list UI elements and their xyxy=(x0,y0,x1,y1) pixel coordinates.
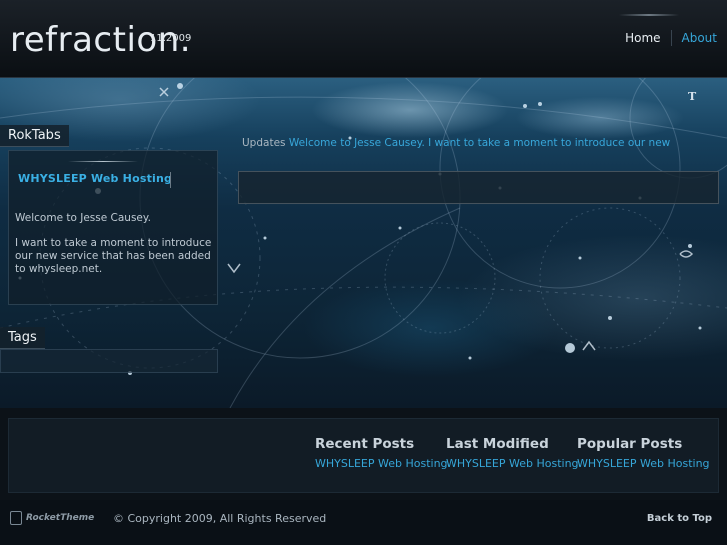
nav-home-link[interactable]: Home xyxy=(615,31,670,45)
tab-highlight xyxy=(68,161,138,162)
recent-posts-link[interactable]: WHYSLEEP Web Hosting xyxy=(315,457,448,470)
copyright-text: © Copyright 2009, All Rights Reserved xyxy=(113,512,327,525)
roktabs-intro-text: Welcome to Jesse Causey. xyxy=(15,212,151,224)
last-modified-column: Last Modified WHYSLEEP Web Hosting xyxy=(446,436,579,470)
last-modified-heading: Last Modified xyxy=(446,436,549,452)
updates-ticker: Updates Welcome to Jesse Causey. I want … xyxy=(242,137,670,149)
back-to-top-link[interactable]: Back to Top xyxy=(647,513,712,524)
svg-text:T: T xyxy=(688,90,697,103)
rockettheme-wordmark: RocketTheme xyxy=(26,513,95,523)
popular-posts-column: Popular Posts WHYSLEEP Web Hosting xyxy=(577,436,710,470)
popular-posts-heading: Popular Posts xyxy=(577,436,683,452)
tags-title: Tags xyxy=(0,327,45,349)
nav-about-link[interactable]: About xyxy=(672,31,717,45)
site-footer xyxy=(0,500,727,545)
main-nav: Home About xyxy=(615,30,717,46)
popular-posts-link[interactable]: WHYSLEEP Web Hosting xyxy=(577,457,710,470)
recent-posts-column: Recent Posts WHYSLEEP Web Hosting xyxy=(315,436,448,470)
updates-link[interactable]: Welcome to Jesse Causey. I want to take … xyxy=(289,137,670,149)
tab-divider xyxy=(170,172,171,188)
recent-posts-heading: Recent Posts xyxy=(315,436,415,452)
updates-label: Updates xyxy=(242,137,286,149)
nav-decoration xyxy=(619,14,679,16)
header-date: 11.2009 xyxy=(150,33,192,44)
main-content-box xyxy=(238,171,719,204)
rocket-icon xyxy=(10,511,22,525)
tab-whysleep-web-hosting[interactable]: WHYSLEEP Web Hosting xyxy=(18,172,172,185)
last-modified-link[interactable]: WHYSLEEP Web Hosting xyxy=(446,457,579,470)
site-header: refraction. 11.2009 Home About xyxy=(0,0,727,78)
roktabs-title: RokTabs xyxy=(0,125,69,147)
tags-panel xyxy=(0,349,218,373)
rockettheme-logo[interactable]: RocketTheme xyxy=(10,511,94,525)
roktabs-body-text: I want to take a moment to introduce our… xyxy=(15,237,212,275)
